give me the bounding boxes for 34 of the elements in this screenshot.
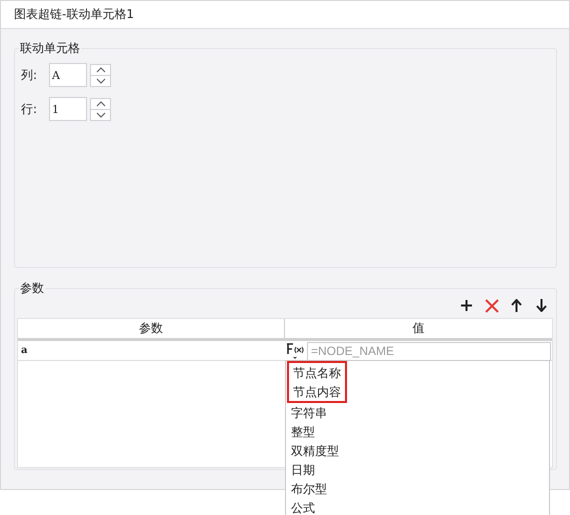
spin-field[interactable]: 1: [49, 97, 87, 121]
field-label: 列:: [21, 66, 38, 84]
increment-button[interactable]: [90, 98, 111, 110]
table-cell-text: a: [20, 344, 28, 358]
dropdown-option[interactable]: 布尔型: [287, 479, 548, 498]
chevron-down-icon: [96, 78, 106, 84]
delete-button[interactable]: [483, 297, 500, 314]
column-header: 值: [412, 320, 426, 337]
arrow-up-icon: [511, 299, 522, 312]
dropdown-option[interactable]: 日期: [287, 460, 548, 479]
add-button[interactable]: [458, 297, 475, 314]
dropdown-option[interactable]: 双精度型: [287, 441, 548, 460]
group-legend: 参数: [19, 280, 45, 297]
arrow-down-icon: [536, 299, 547, 312]
field-label: 行:: [21, 100, 38, 118]
decrement-button[interactable]: [90, 108, 111, 120]
decrement-button[interactable]: [90, 74, 111, 86]
column-header: 参数: [18, 319, 285, 338]
dropdown-option[interactable]: 节点内容: [289, 382, 345, 401]
value-input[interactable]: =NODE_NAME: [307, 342, 551, 360]
group-legend: 联动单元格: [19, 40, 81, 57]
delete-icon: [484, 298, 498, 312]
dropdown-option[interactable]: 字符串: [287, 403, 548, 422]
window-title: 图表超链-联动单元格1: [14, 6, 134, 23]
dropdown-option[interactable]: 公式: [287, 498, 548, 515]
add-icon: [460, 299, 473, 312]
dropdown-option[interactable]: 节点名称: [289, 363, 345, 382]
spin-field[interactable]: A: [49, 63, 87, 87]
formula-icon: [285, 342, 305, 360]
chevron-down-icon: [96, 112, 106, 118]
chevron-up-icon: [96, 66, 106, 72]
increment-button[interactable]: [90, 64, 111, 76]
dropdown-option[interactable]: 整型: [287, 422, 548, 441]
chevron-up-icon: [96, 100, 106, 106]
